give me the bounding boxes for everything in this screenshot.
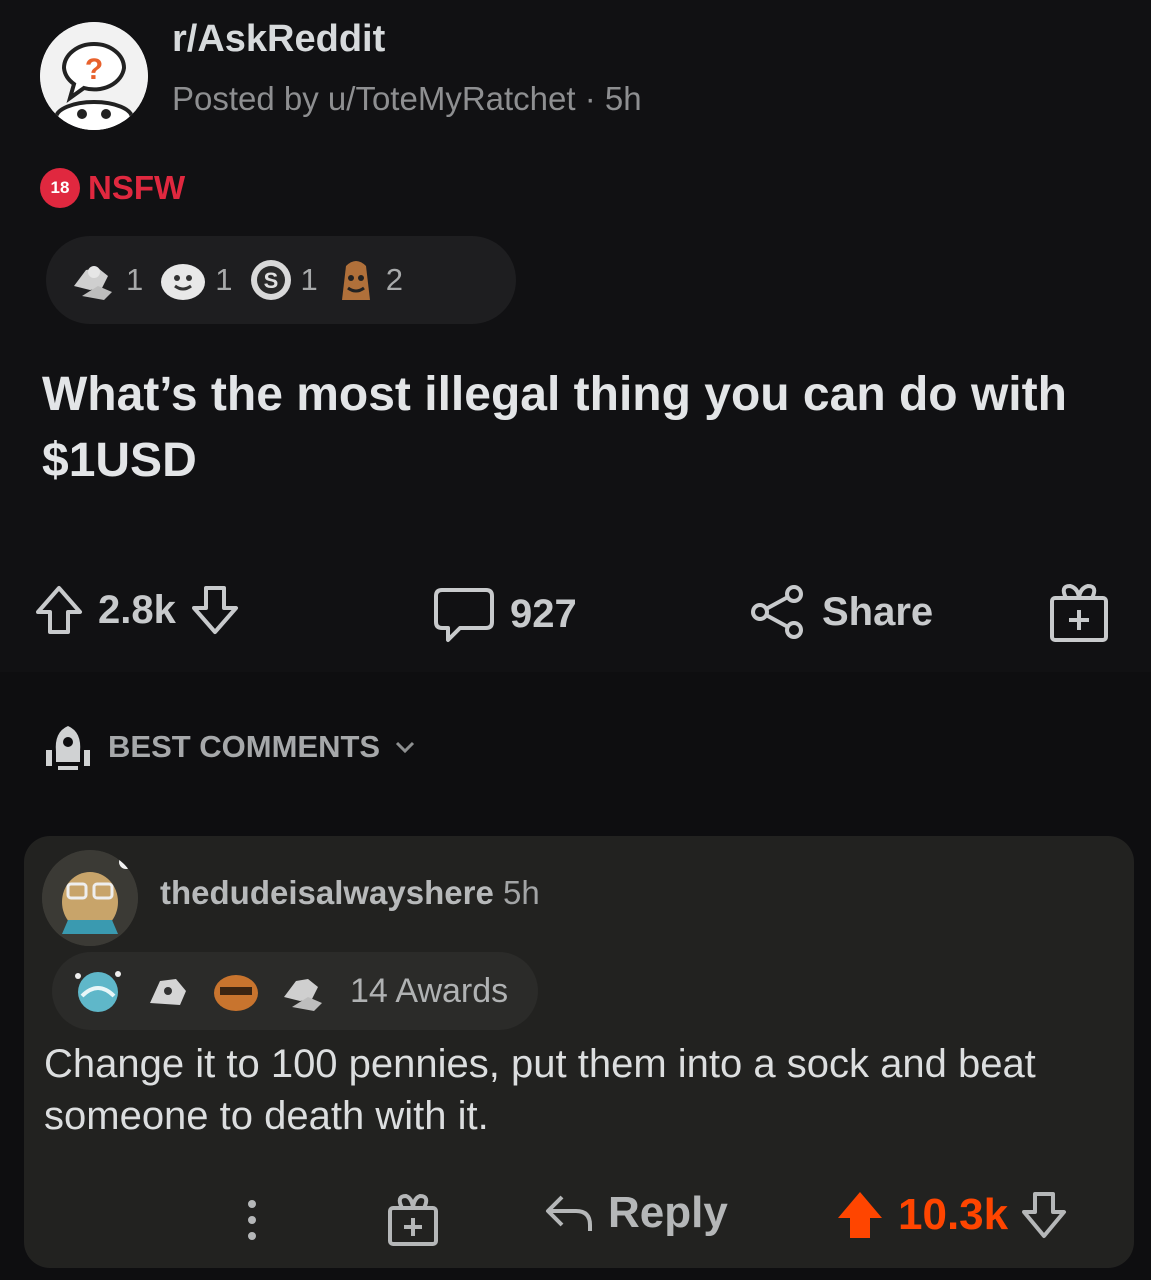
award-item: S 1 xyxy=(247,256,318,304)
comment-vote-group: 10.3k xyxy=(834,1188,1068,1242)
award-count: 1 xyxy=(126,262,144,297)
share-icon xyxy=(751,585,803,639)
helpful-award-icon xyxy=(341,261,370,300)
hands-award-icon xyxy=(74,266,112,300)
rocket-icon xyxy=(46,726,90,770)
dog-award-icon xyxy=(150,979,186,1005)
gift-icon xyxy=(1050,583,1108,642)
comment-vote-count: 10.3k xyxy=(898,1190,1009,1239)
downvote-icon[interactable] xyxy=(190,584,240,636)
svg-text:S: S xyxy=(263,268,278,293)
share-button[interactable]: Share xyxy=(748,584,933,640)
award-item: 2 xyxy=(332,254,403,306)
reply-button[interactable]: Reply xyxy=(542,1188,728,1238)
post-card: ? r/AskReddit Posted by u/ToteMyRatchet … xyxy=(0,0,1151,672)
vote-group: 2.8k xyxy=(34,584,240,636)
svg-text:?: ? xyxy=(85,53,103,86)
comment-author[interactable]: thedudeisalwayshere 5h xyxy=(160,874,540,912)
subreddit-name[interactable]: r/AskReddit xyxy=(172,18,385,61)
subreddit-avatar[interactable]: ? xyxy=(40,22,148,130)
post-meta[interactable]: Posted by u/ToteMyRatchet · 5h xyxy=(172,80,642,118)
award-count: 1 xyxy=(300,262,318,297)
nsfw-label: NSFW xyxy=(88,169,186,206)
comment-time: 5h xyxy=(502,874,540,911)
username[interactable]: thedudeisalwayshere xyxy=(160,874,494,911)
starry-award-icon xyxy=(75,971,121,1012)
more-vertical-icon xyxy=(248,1200,256,1240)
post-awards[interactable]: 1 1 S 1 2 xyxy=(46,236,516,324)
award-count: 2 xyxy=(385,262,403,297)
silver-award-icon: S xyxy=(250,260,291,300)
comment-count: 927 xyxy=(510,591,577,636)
award-button[interactable] xyxy=(1046,580,1112,646)
comments-button[interactable]: 927 xyxy=(432,584,577,644)
upvote-icon[interactable] xyxy=(834,1188,886,1242)
awards-count-label: 14 Awards xyxy=(350,971,509,1010)
snoo-avatar-icon xyxy=(42,850,138,946)
post-vote-count: 2.8k xyxy=(98,587,176,632)
nsfw-tag: 18 NSFW xyxy=(40,168,185,208)
post-action-bar: 2.8k 927 Share xyxy=(0,576,1151,648)
comment-body: Change it to 100 pennies, put them into … xyxy=(44,1042,1036,1138)
user-avatar[interactable] xyxy=(42,850,138,946)
wholesome-award-icon xyxy=(161,264,206,300)
gift-icon xyxy=(388,1193,438,1246)
comment-awards[interactable]: 14 Awards xyxy=(52,952,538,1030)
share-label: Share xyxy=(822,589,934,634)
hands-award-icon xyxy=(284,979,322,1011)
comment-card: thedudeisalwayshere 5h 14 Awards Change … xyxy=(24,836,1134,1268)
comment-action-bar: Reply 10.3k xyxy=(24,1184,1134,1256)
award-item: 1 xyxy=(157,256,233,304)
reply-icon xyxy=(546,1195,592,1231)
sort-label: BEST COMMENTS xyxy=(108,729,381,764)
comment-icon xyxy=(434,588,494,642)
chevron-down-icon xyxy=(396,741,415,754)
askreddit-icon: ? xyxy=(40,22,148,130)
award-item: 1 xyxy=(68,256,143,304)
upvote-icon[interactable] xyxy=(34,584,84,636)
comment-sort[interactable]: BEST COMMENTS xyxy=(42,722,416,772)
more-options-button[interactable] xyxy=(242,1192,262,1248)
post-title[interactable]: What’s the most illegal thing you can do… xyxy=(42,362,1122,494)
bravo-award-icon xyxy=(214,975,258,1011)
reply-label: Reply xyxy=(608,1188,728,1237)
nsfw-18-icon: 18 xyxy=(40,168,80,208)
downvote-icon[interactable] xyxy=(1020,1190,1068,1240)
comment-award-button[interactable] xyxy=(386,1192,440,1248)
award-count: 1 xyxy=(215,262,233,297)
